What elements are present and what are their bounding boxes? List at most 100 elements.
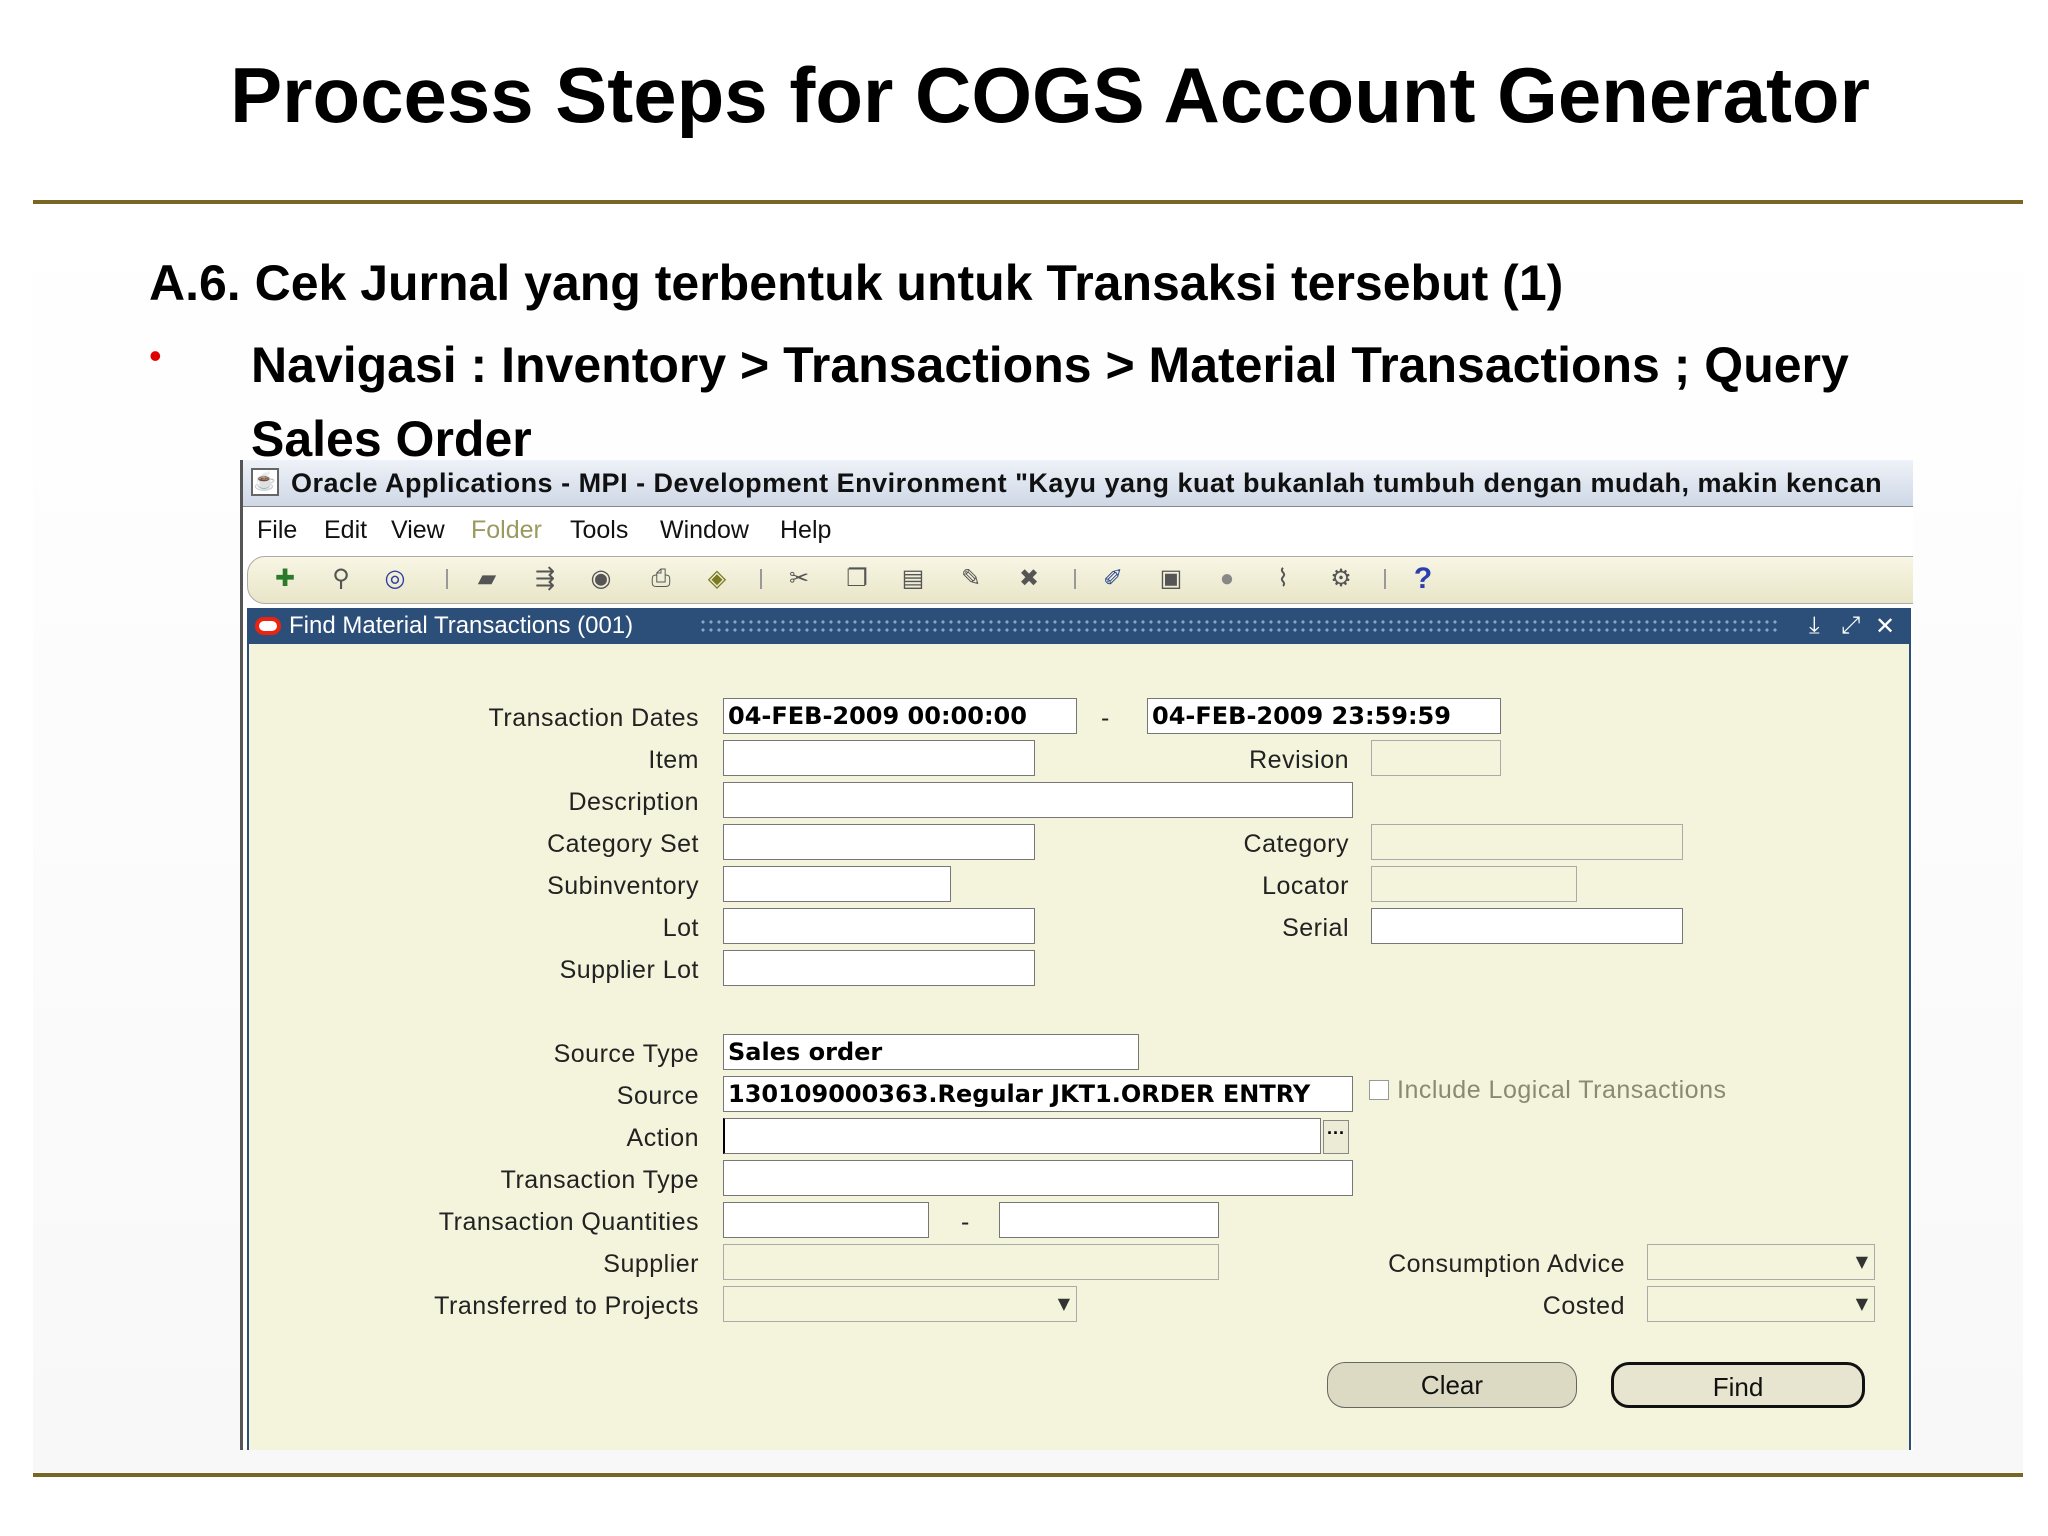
label-lot: Lot	[662, 914, 699, 942]
toolbar-separator	[446, 569, 448, 589]
bullet-marker: •	[149, 335, 162, 376]
translations-icon[interactable]: ●	[1210, 563, 1244, 595]
category-set-field[interactable]	[723, 824, 1035, 860]
copy-icon[interactable]: ❐	[840, 563, 874, 595]
lot-field[interactable]	[723, 908, 1035, 944]
locator-field[interactable]	[1371, 866, 1577, 902]
include-logical-checkbox[interactable]	[1369, 1080, 1389, 1100]
label-source-type: Source Type	[553, 1040, 699, 1068]
menu-folder[interactable]: Folder	[471, 516, 542, 545]
print-icon[interactable]: ⎙	[644, 563, 678, 595]
help-icon[interactable]: ?	[1406, 563, 1440, 595]
save-icon[interactable]: ▰	[470, 563, 504, 595]
label-transaction-type: Transaction Type	[500, 1166, 699, 1194]
cut-icon[interactable]: ✂	[782, 563, 816, 595]
menu-edit[interactable]: Edit	[324, 516, 367, 545]
new-icon[interactable]: ✚	[268, 563, 302, 595]
supplier-lot-field[interactable]	[723, 950, 1035, 986]
dialog-title: Find Material Transactions (001)	[289, 612, 634, 639]
consumption-advice-select[interactable]: ▼	[1647, 1244, 1875, 1280]
label-transferred-to-projects: Transferred to Projects	[434, 1292, 699, 1320]
menu-help[interactable]: Help	[780, 516, 831, 545]
top-divider	[33, 200, 2023, 204]
source-field[interactable]: 130109000363.Regular JKT1.ORDER ENTRY	[723, 1076, 1353, 1112]
folder-tools-icon[interactable]: ⚙	[1324, 563, 1358, 595]
label-subinventory: Subinventory	[547, 872, 699, 900]
switch-responsibility-icon[interactable]: ◉	[584, 563, 618, 595]
zoom-icon[interactable]: ▣	[1154, 563, 1188, 595]
paste-icon[interactable]: ▤	[896, 563, 930, 595]
menu-window[interactable]: Window	[660, 516, 749, 545]
window-titlebar: ☕ Oracle Applications - MPI - Developmen…	[243, 460, 1913, 507]
supplier-field[interactable]	[723, 1244, 1219, 1280]
navigator-icon[interactable]: ◎	[378, 563, 412, 595]
serial-field[interactable]	[1371, 908, 1683, 944]
subinventory-field[interactable]	[723, 866, 951, 902]
oracle-app-window: ☕ Oracle Applications - MPI - Developmen…	[240, 460, 1913, 1450]
category-field[interactable]	[1371, 824, 1683, 860]
label-transaction-dates: Transaction Dates	[488, 704, 699, 732]
label-category: Category	[1243, 830, 1349, 858]
lov-button[interactable]: ···	[1323, 1120, 1349, 1154]
label-costed: Costed	[1542, 1292, 1625, 1320]
quantity-to-field[interactable]	[999, 1202, 1219, 1238]
revision-field[interactable]	[1371, 740, 1501, 776]
label-locator: Locator	[1262, 872, 1349, 900]
slide-title: Process Steps for COGS Account Generator	[230, 51, 1870, 139]
titlebar-pattern	[699, 618, 1779, 636]
transferred-to-projects-select[interactable]: ▼	[723, 1286, 1077, 1322]
menu-file[interactable]: File	[257, 516, 297, 545]
navigation-text: Navigasi : Inventory > Transactions > Ma…	[251, 337, 1849, 467]
clear-button[interactable]: Clear	[1327, 1362, 1577, 1408]
dialog-titlebar: Find Material Transactions (001) ⤓ ⤢ ✕	[249, 610, 1909, 644]
clear-record-icon[interactable]: ✎	[954, 563, 988, 595]
close-icon[interactable]: ✕	[1875, 612, 1895, 641]
java-app-icon: ☕	[251, 468, 279, 496]
label-serial: Serial	[1282, 914, 1349, 942]
window-title: Oracle Applications - MPI - Development …	[291, 468, 1883, 498]
source-type-field[interactable]: Sales order	[723, 1034, 1139, 1070]
quantity-from-field[interactable]	[723, 1202, 929, 1238]
label-source: Source	[616, 1082, 699, 1110]
action-field[interactable]	[723, 1118, 1321, 1154]
bottom-divider	[33, 1473, 2023, 1477]
quantity-range-separator: -	[961, 1208, 970, 1236]
menu-bar: File Edit View Folder Tools Window Help	[243, 508, 1913, 554]
find-button[interactable]: Find	[1611, 1362, 1865, 1408]
attachments-icon[interactable]: ⌇	[1266, 563, 1300, 595]
label-category-set: Category Set	[547, 830, 699, 858]
label-supplier: Supplier	[603, 1250, 699, 1278]
edit-field-icon[interactable]: ✐	[1096, 563, 1130, 595]
date-from-field[interactable]: 04-FEB-2009 00:00:00	[723, 698, 1077, 734]
menu-view[interactable]: View	[391, 516, 445, 545]
find-icon[interactable]: ⚲	[324, 563, 358, 595]
chevron-down-icon: ▼	[1855, 1252, 1868, 1271]
delete-icon[interactable]: ✖	[1012, 563, 1046, 595]
find-dialog: Find Material Transactions (001) ⤓ ⤢ ✕ T…	[247, 608, 1911, 1450]
label-consumption-advice: Consumption Advice	[1388, 1250, 1625, 1278]
label-description: Description	[568, 788, 699, 816]
date-to-field[interactable]: 04-FEB-2009 23:59:59	[1147, 698, 1501, 734]
maximize-icon[interactable]: ⤢	[1841, 612, 1860, 640]
item-field[interactable]	[723, 740, 1035, 776]
toolbar-separator	[760, 569, 762, 589]
label-transaction-quantities: Transaction Quantities	[438, 1208, 699, 1236]
costed-select[interactable]: ▼	[1647, 1286, 1875, 1322]
label-action: Action	[626, 1124, 699, 1152]
description-field[interactable]	[723, 782, 1353, 818]
oracle-icon	[255, 617, 281, 635]
toolbar-separator	[1384, 569, 1386, 589]
label-item: Item	[648, 746, 699, 774]
chevron-down-icon: ▼	[1855, 1294, 1868, 1313]
label-supplier-lot: Supplier Lot	[559, 956, 699, 984]
label-revision: Revision	[1249, 746, 1349, 774]
toolbar: ✚ ⚲ ◎ ▰ ⇶ ◉ ⎙ ◈ ✂ ❐ ▤ ✎ ✖ ✐ ▣ ● ⌇ ⚙ ?	[247, 556, 1913, 604]
section-heading: A.6. Cek Jurnal yang terbentuk untuk Tra…	[149, 255, 1564, 311]
next-step-icon[interactable]: ⇶	[528, 563, 562, 595]
minimize-icon[interactable]: ⤓	[1809, 612, 1820, 640]
menu-tools[interactable]: Tools	[570, 516, 628, 545]
transaction-type-field[interactable]	[723, 1160, 1353, 1196]
close-form-icon[interactable]: ◈	[700, 563, 734, 595]
include-logical-label: Include Logical Transactions	[1397, 1076, 1727, 1104]
chevron-down-icon: ▼	[1057, 1294, 1070, 1313]
